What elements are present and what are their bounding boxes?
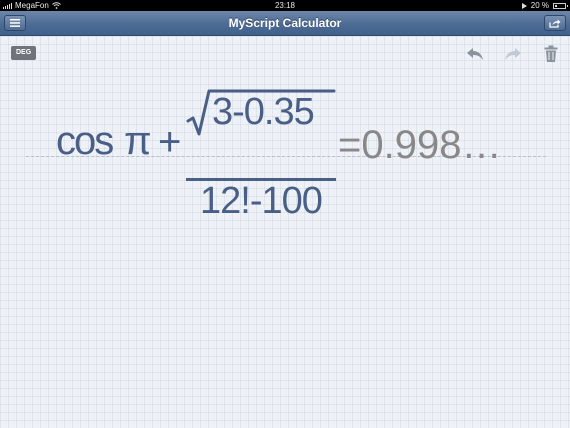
writing-canvas[interactable]: DEG cos π + 3-0.35 12!-100 =0.998… [0,36,570,428]
constant-pi: π [124,119,152,163]
play-icon [521,2,527,9]
redo-icon [505,48,521,60]
status-right: 20 % [521,0,568,11]
app-title: MyScript Calculator [228,16,342,30]
battery-icon [553,2,568,9]
redo-button[interactable] [504,45,522,63]
share-button[interactable] [544,15,566,31]
fraction-numerator: 3-0.35 [212,91,315,133]
status-bar: MegaFon 23:18 20 % [0,0,570,11]
result-value: =0.998… [338,123,502,167]
function-cos: cos [56,119,114,163]
angle-mode-toggle[interactable]: DEG [11,46,37,60]
undo-button[interactable] [466,45,484,63]
nav-bar: MyScript Calculator [0,11,570,36]
undo-icon [467,48,483,60]
status-time: 23:18 [274,1,296,10]
menu-icon [10,19,20,27]
fraction-denominator: 12!-100 [200,180,323,222]
menu-button[interactable] [4,15,26,31]
trash-icon [544,45,558,62]
clear-button[interactable] [544,45,562,63]
battery-percent: 20 % [530,1,549,10]
share-icon [549,19,561,28]
plus-operator: + [158,120,182,164]
